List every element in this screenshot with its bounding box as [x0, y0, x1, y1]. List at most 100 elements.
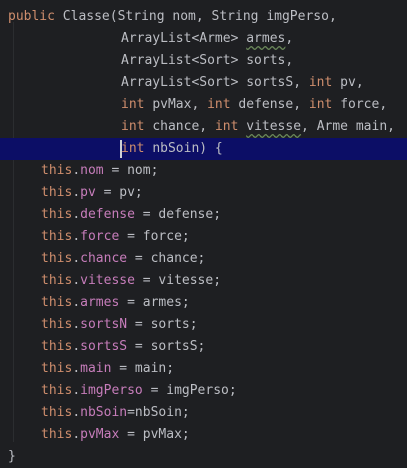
code-line[interactable]: this.vitesse = vitesse; [0, 270, 407, 292]
code-token: , [387, 119, 395, 134]
code-line-content: this.sortsS = sortsS; [41, 336, 205, 358]
code-line[interactable]: this.sortsN = sorts; [0, 314, 407, 336]
code-line[interactable]: ArrayList<Sort> sorts, [0, 50, 407, 72]
code-token: . [72, 207, 81, 222]
code-line[interactable]: this.force = force; [0, 226, 407, 248]
code-line-content: this.sortsN = sorts; [41, 314, 198, 336]
code-line[interactable]: this.main = main; [0, 358, 407, 380]
code-token: = pv; [95, 185, 143, 200]
code-token: int [121, 119, 153, 134]
code-token: Classe [62, 9, 110, 24]
code-token: pv [340, 75, 356, 90]
code-line[interactable]: this.defense = defense; [0, 204, 407, 226]
code-token: . [72, 427, 81, 442]
code-token: force [80, 229, 120, 244]
code-line[interactable]: this.nom = nom; [0, 160, 407, 182]
code-line-content: this.nbSoin=nbSoin; [41, 402, 190, 424]
code-line-content: int nbSoin) { [121, 138, 223, 160]
code-token: . [72, 229, 81, 244]
code-line-content: this.imgPerso = imgPerso; [41, 380, 237, 402]
code-token: int [207, 97, 239, 112]
code-line[interactable]: int chance, int vitesse, Arme main, [0, 116, 407, 138]
code-token: =nbSoin; [127, 405, 190, 420]
code-token: = sortsS; [127, 339, 206, 354]
code-token: ) { [199, 141, 223, 156]
code-token: = armes; [119, 295, 190, 310]
code-token: nbSoin [80, 405, 128, 420]
code-line[interactable]: this.sortsS = sortsS; [0, 336, 407, 358]
code-token: String [117, 9, 173, 24]
code-token: . [72, 361, 81, 376]
code-token: ArrayList<Sort> [121, 53, 247, 68]
code-line-content: this.pvMax = pvMax; [41, 424, 190, 446]
code-token: , [379, 97, 388, 112]
code-token: int [308, 75, 341, 90]
code-editor[interactable]: ... public Classe(String nom, String img… [0, 0, 407, 464]
code-token: = defense; [134, 207, 222, 222]
code-token: = nom; [103, 163, 159, 178]
code-token: pvMax [80, 427, 120, 442]
code-line-content: int chance, int vitesse, Arme main, [121, 116, 395, 138]
code-token: = force; [119, 229, 190, 244]
code-line[interactable]: } [0, 446, 407, 468]
code-token: this [41, 229, 73, 244]
code-token: this [41, 163, 73, 178]
code-token: ArrayList<Sort> [121, 75, 247, 90]
code-token: nbSoin [152, 141, 200, 156]
code-line-content: int pvMax, int defense, int force, [121, 94, 387, 116]
code-line[interactable]: this.chance = chance; [0, 248, 407, 270]
code-token: this [41, 405, 73, 420]
code-token: sorts [246, 53, 286, 68]
code-line[interactable]: ArrayList<Sort> sortsS, int pv, [0, 72, 407, 94]
code-token: this [41, 361, 73, 376]
code-token: , [199, 119, 215, 134]
code-token: , [301, 119, 317, 134]
code-token: force [340, 97, 380, 112]
code-token: = vitesse; [134, 273, 222, 288]
code-token: nom [172, 9, 196, 24]
code-token: this [41, 427, 73, 442]
code-token: , [285, 31, 294, 46]
code-token: pv [80, 185, 96, 200]
code-line-content: this.nom = nom; [41, 160, 158, 182]
code-token: chance [80, 251, 128, 266]
code-line[interactable]: this.pv = pv; [0, 182, 407, 204]
code-line-content: ArrayList<Sort> sortsS, int pv, [121, 72, 364, 94]
code-line[interactable]: this.imgPerso = imgPerso; [0, 380, 407, 402]
code-token: = sorts; [127, 317, 198, 332]
code-token: = imgPerso; [142, 383, 237, 398]
code-line[interactable]: ArrayList<Arme> armes, [0, 28, 407, 50]
code-token: int [121, 141, 153, 156]
code-token: this [41, 273, 73, 288]
code-line-content: this.vitesse = vitesse; [41, 270, 221, 292]
code-token: } [8, 449, 16, 464]
code-token: ( [109, 9, 118, 24]
code-token: , [191, 97, 208, 112]
code-token: defense [238, 97, 294, 112]
code-line[interactable]: this.nbSoin=nbSoin; [0, 402, 407, 424]
code-token: . [72, 317, 81, 332]
code-token: this [41, 207, 73, 222]
text-caret [120, 140, 122, 158]
code-line-content: this.defense = defense; [41, 204, 221, 226]
code-line-content: this.chance = chance; [41, 248, 205, 270]
code-line[interactable]: this.pvMax = pvMax; [0, 424, 407, 446]
code-token: vitesse [80, 273, 135, 288]
code-token: imgPerso [266, 9, 329, 24]
code-token: this [41, 383, 73, 398]
code-line[interactable]: this.armes = armes; [0, 292, 407, 314]
code-line-current[interactable]: int nbSoin) { [0, 138, 407, 160]
code-token: main [355, 119, 388, 134]
code-token: sortsS [80, 339, 128, 354]
code-line-content: this.pv = pv; [41, 182, 143, 204]
code-line-content: this.armes = armes; [41, 292, 190, 314]
code-token: pvMax [152, 97, 192, 112]
code-token: , [293, 75, 309, 90]
code-token: int [121, 97, 153, 112]
code-token: , [355, 75, 364, 90]
code-line[interactable]: int pvMax, int defense, int force, [0, 94, 407, 116]
code-line[interactable]: public Classe(String nom, String imgPers… [0, 6, 407, 28]
code-token: . [72, 295, 81, 310]
code-token: this [41, 317, 73, 332]
code-token: . [72, 163, 81, 178]
